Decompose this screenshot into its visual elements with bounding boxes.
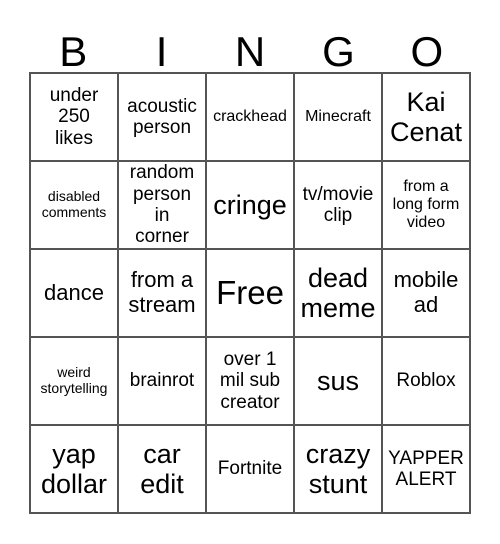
header-letter-o: O: [410, 28, 444, 75]
bingo-cell[interactable]: over 1 mil sub creator: [206, 337, 294, 425]
bingo-cell[interactable]: sus: [294, 337, 382, 425]
bingo-cell[interactable]: from a stream: [118, 249, 206, 337]
bingo-cell[interactable]: cringe: [206, 161, 294, 249]
bingo-cell[interactable]: crackhead: [206, 73, 294, 161]
bingo-cell[interactable]: disabled comments: [30, 161, 118, 249]
header-letter-g: G: [322, 28, 355, 75]
bingo-cell[interactable]: mobile ad: [382, 249, 470, 337]
bingo-cell[interactable]: acoustic person: [118, 73, 206, 161]
bingo-cell[interactable]: Fortnite: [206, 425, 294, 513]
bingo-cell[interactable]: dead meme: [294, 249, 382, 337]
bingo-cell[interactable]: random person in corner: [118, 161, 206, 249]
bingo-cell[interactable]: Roblox: [382, 337, 470, 425]
bingo-header: B I N G O: [29, 30, 471, 73]
bingo-cell[interactable]: brainrot: [118, 337, 206, 425]
bingo-cell[interactable]: tv/movie clip: [294, 161, 382, 249]
header-letter-b: B: [59, 28, 88, 75]
bingo-cell[interactable]: Minecraft: [294, 73, 382, 161]
header-letter-i: I: [155, 28, 168, 75]
bingo-cell[interactable]: weird storytelling: [30, 337, 118, 425]
bingo-grid: under 250 likes acoustic person crackhea…: [29, 72, 471, 514]
bingo-cell[interactable]: from a long form video: [382, 161, 470, 249]
bingo-cell[interactable]: car edit: [118, 425, 206, 513]
bingo-cell[interactable]: yap dollar: [30, 425, 118, 513]
bingo-cell[interactable]: Kai Cenat: [382, 73, 470, 161]
free-space[interactable]: Free: [206, 249, 294, 337]
bingo-cell[interactable]: YAPPER ALERT: [382, 425, 470, 513]
bingo-cell[interactable]: under 250 likes: [30, 73, 118, 161]
bingo-cell[interactable]: crazy stunt: [294, 425, 382, 513]
header-letter-n: N: [234, 28, 266, 75]
bingo-cell[interactable]: dance: [30, 249, 118, 337]
